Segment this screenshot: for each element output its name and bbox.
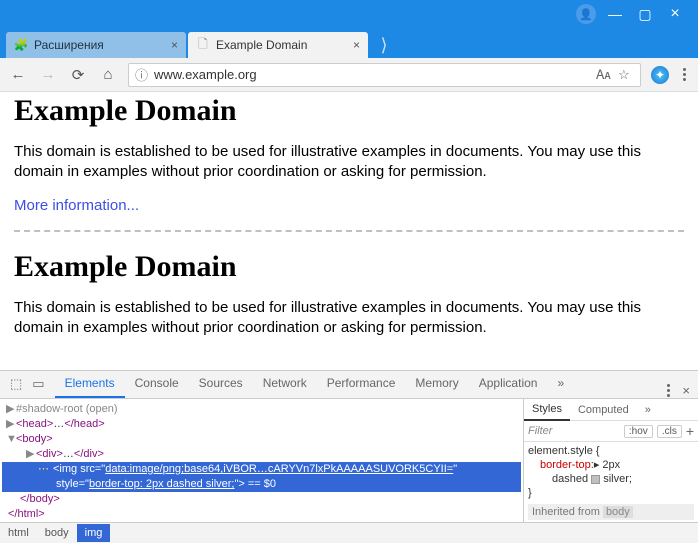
styles-panel: Styles Computed » Filter :hov .cls + ele… (523, 399, 698, 522)
reload-button[interactable]: ⟳ (68, 66, 88, 84)
close-icon[interactable]: × (353, 38, 360, 52)
tab-memory[interactable]: Memory (405, 370, 468, 398)
devtools-body: ▶#shadow-root (open) ▶<head>…</head> ▼<b… (0, 398, 698, 522)
page-content: Example Domain This domain is establishe… (0, 92, 698, 370)
tab-elements[interactable]: Elements (55, 370, 125, 398)
bookmark-icon[interactable]: ☆ (618, 67, 634, 83)
tab-console[interactable]: Console (125, 370, 189, 398)
puzzle-icon: 🧩 (14, 38, 28, 52)
separator-image (14, 230, 684, 232)
menu-button[interactable] (679, 68, 690, 81)
extension-icon[interactable]: ✦ (651, 66, 669, 84)
devtools-close-icon[interactable]: × (682, 383, 690, 398)
css-rules[interactable]: element.style { border-top:▸ 2px dashed … (524, 442, 698, 522)
translate-icon[interactable]: 🗛 (596, 67, 612, 83)
tab-performance[interactable]: Performance (317, 370, 406, 398)
address-bar: ← → ⟳ ⌂ ⓘ www.example.org 🗛 ☆ ✦ (0, 58, 698, 92)
selected-node[interactable]: ⋯<img src="data:image/png;base64,iVBOR…c… (2, 462, 521, 477)
tab-more[interactable]: » (547, 370, 574, 398)
page-icon: 🗋 (196, 38, 210, 52)
maximize-button[interactable]: ▢ (630, 3, 660, 25)
filter-input[interactable]: Filter (528, 425, 620, 437)
devtools-tabs: Elements Console Sources Network Perform… (55, 370, 656, 398)
hov-toggle[interactable]: :hov (624, 425, 653, 438)
crumb-html[interactable]: html (0, 524, 37, 542)
breadcrumb: html body img (0, 522, 698, 543)
tab-network[interactable]: Network (253, 370, 317, 398)
color-swatch[interactable] (591, 475, 600, 484)
tab-sources[interactable]: Sources (189, 370, 253, 398)
tab-example-domain[interactable]: 🗋 Example Domain × (188, 32, 368, 58)
close-button[interactable]: × (660, 3, 690, 25)
crumb-body[interactable]: body (37, 524, 77, 542)
page-paragraph: This domain is established to be used fo… (14, 298, 684, 339)
close-icon[interactable]: × (171, 38, 178, 52)
forward-button[interactable]: → (38, 66, 58, 83)
page-paragraph: This domain is established to be used fo… (14, 142, 684, 183)
tab-strip: 🧩 Расширения × 🗋 Example Domain × ⟩ (0, 28, 698, 58)
device-icon[interactable]: ▭ (32, 376, 44, 392)
cls-toggle[interactable]: .cls (657, 425, 682, 438)
address-input[interactable]: ⓘ www.example.org 🗛 ☆ (128, 63, 641, 87)
add-rule-button[interactable]: + (686, 423, 694, 439)
page-heading: Example Domain (14, 250, 684, 284)
window-titlebar: 👤 — ▢ × (0, 0, 698, 28)
tab-application[interactable]: Application (469, 370, 548, 398)
page-heading: Example Domain (14, 94, 684, 128)
devtools-header: ⬚ ▭ Elements Console Sources Network Per… (0, 370, 698, 398)
more-tab[interactable]: » (637, 400, 659, 420)
user-icon[interactable]: 👤 (576, 4, 596, 24)
tab-title: Example Domain (216, 38, 349, 52)
styles-tab[interactable]: Styles (524, 399, 570, 421)
more-info-link[interactable]: More information... (14, 197, 139, 214)
info-icon[interactable]: ⓘ (135, 65, 148, 84)
home-button[interactable]: ⌂ (98, 66, 118, 83)
new-tab-button[interactable]: ⟩ (374, 35, 394, 55)
inspect-icon[interactable]: ⬚ (10, 376, 22, 392)
tab-extensions[interactable]: 🧩 Расширения × (6, 32, 186, 58)
crumb-img[interactable]: img (77, 524, 111, 542)
dom-tree[interactable]: ▶#shadow-root (open) ▶<head>…</head> ▼<b… (0, 399, 523, 522)
back-button[interactable]: ← (8, 66, 28, 83)
computed-tab[interactable]: Computed (570, 400, 637, 420)
minimize-button[interactable]: — (600, 3, 630, 25)
url-text: www.example.org (154, 67, 590, 82)
tab-title: Расширения (34, 38, 167, 52)
devtools-menu[interactable] (663, 384, 674, 397)
